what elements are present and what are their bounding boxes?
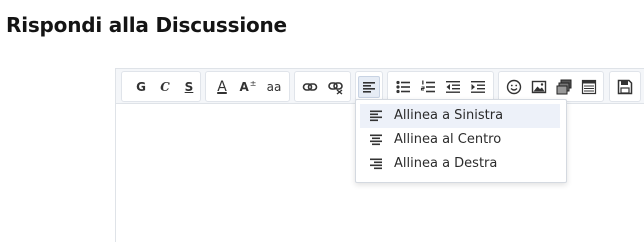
- underline-button[interactable]: S: [178, 76, 200, 98]
- align-right-icon: [370, 158, 382, 170]
- smiley-icon: [506, 79, 522, 95]
- smiley-button[interactable]: [503, 76, 525, 98]
- italic-button[interactable]: C: [154, 76, 176, 98]
- align-dropdown-menu: Allinea a Sinistra Allinea al Centro All…: [355, 99, 567, 183]
- font-family-label: aa: [266, 80, 282, 94]
- table-icon: [581, 79, 597, 95]
- save-icon: [617, 79, 633, 95]
- image-button[interactable]: [528, 76, 550, 98]
- font-size-button[interactable]: A ±: [237, 76, 259, 98]
- save-group: [609, 71, 641, 102]
- unlink-icon: [328, 82, 343, 95]
- align-left-icon: [370, 110, 382, 122]
- bullet-list-icon: [396, 80, 410, 94]
- menu-item-align-right[interactable]: Allinea a Destra: [360, 152, 560, 176]
- numbered-list-button[interactable]: [417, 76, 439, 98]
- text-style-group: G C S: [121, 71, 201, 102]
- menu-item-label: Allinea a Destra: [394, 156, 498, 171]
- media-button[interactable]: [553, 76, 575, 98]
- numbered-list-icon: [420, 80, 435, 93]
- font-size-label: A: [239, 80, 249, 94]
- font-family-button[interactable]: aa: [263, 76, 285, 98]
- link-group: [294, 71, 351, 102]
- outdent-icon: [446, 81, 460, 93]
- bold-label: G: [136, 80, 146, 94]
- page-title: Rispondi alla Discussione: [6, 13, 287, 37]
- unlink-button[interactable]: [325, 76, 347, 98]
- align-center-icon: [370, 134, 382, 146]
- align-group: [355, 71, 383, 102]
- italic-label: C: [160, 80, 170, 94]
- align-button[interactable]: [358, 76, 380, 98]
- link-icon: [302, 83, 318, 91]
- bold-button[interactable]: G: [130, 76, 152, 98]
- font-size-sup: ±: [249, 79, 257, 88]
- underline-label: S: [184, 80, 194, 94]
- list-group: [387, 71, 494, 102]
- table-button[interactable]: [578, 76, 600, 98]
- save-button[interactable]: [614, 76, 636, 98]
- font-group: A A ± aa: [205, 71, 290, 102]
- menu-item-align-left[interactable]: Allinea a Sinistra: [360, 104, 560, 128]
- indent-icon: [471, 81, 485, 93]
- media-icon: [556, 79, 572, 95]
- font-color-button[interactable]: A: [211, 76, 233, 98]
- link-button[interactable]: [299, 76, 321, 98]
- image-icon: [531, 80, 547, 94]
- indent-button[interactable]: [467, 76, 489, 98]
- menu-item-label: Allinea al Centro: [394, 132, 502, 147]
- menu-item-align-center[interactable]: Allinea al Centro: [360, 128, 560, 152]
- font-color-label: A: [217, 79, 227, 95]
- bullet-list-button[interactable]: [392, 76, 414, 98]
- menu-item-label: Allinea a Sinistra: [394, 108, 504, 123]
- insert-group: [498, 71, 604, 102]
- outdent-button[interactable]: [442, 76, 464, 98]
- align-left-icon: [363, 82, 375, 93]
